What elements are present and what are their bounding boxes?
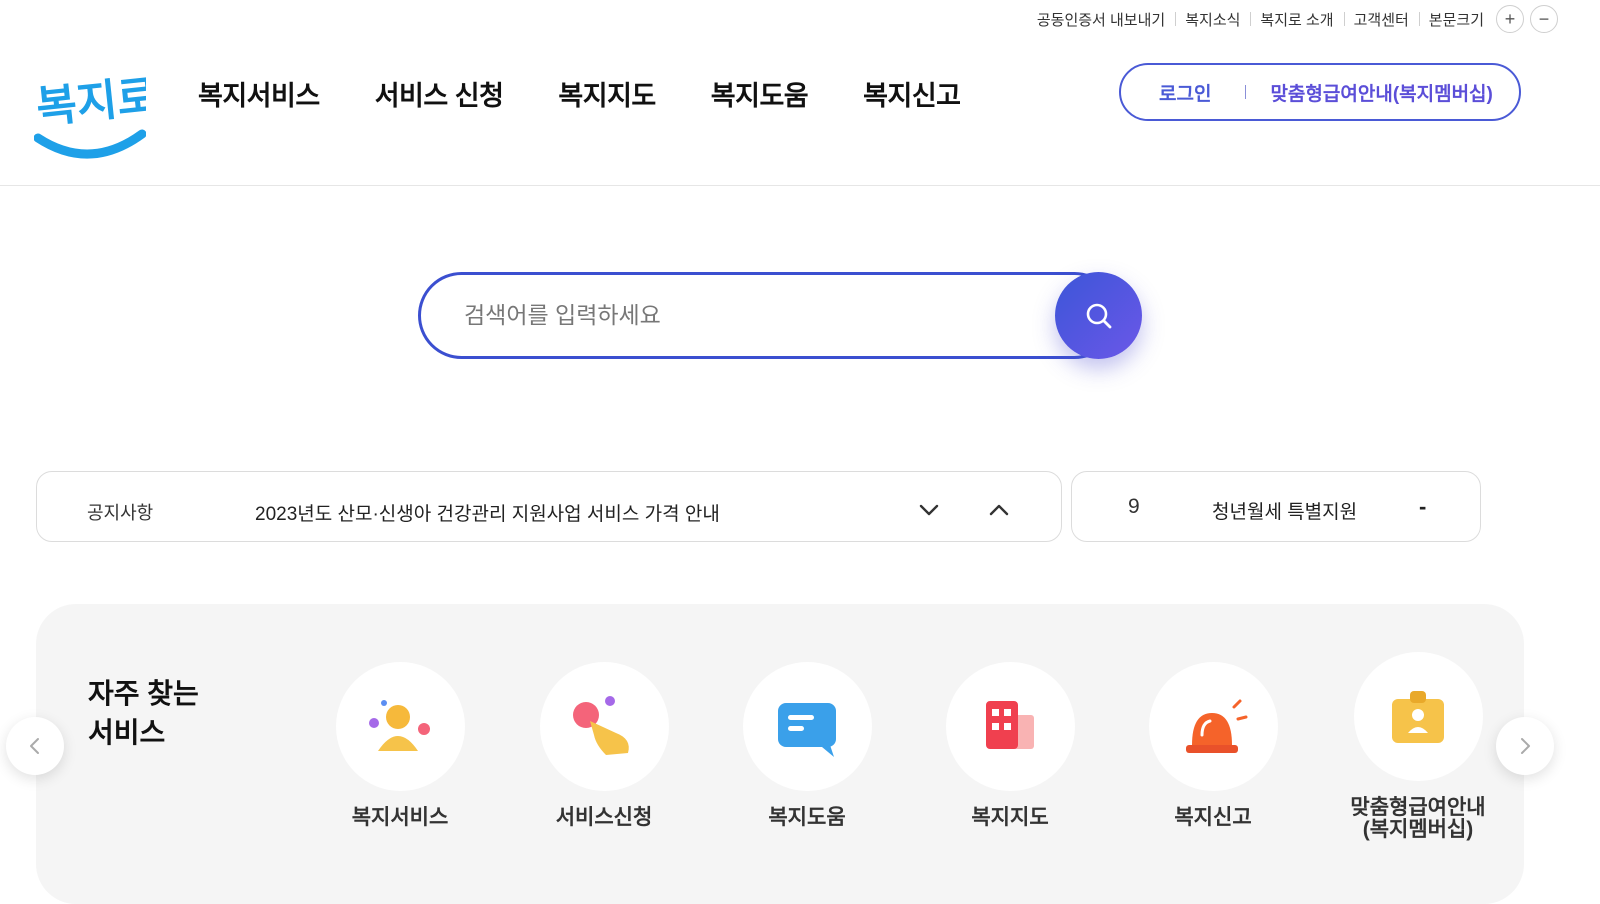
notice-label: 공지사항 bbox=[87, 503, 154, 523]
nav-welfare-service[interactable]: 복지서비스 bbox=[198, 74, 320, 113]
util-link-news[interactable]: 복지소식 bbox=[1175, 9, 1250, 30]
service-item[interactable]: 복지도움 bbox=[707, 662, 907, 829]
utility-bar: 공동인증서 내보내기 복지소식 복지로 소개 고객센터 본문크기 + − bbox=[1027, 5, 1558, 33]
nav-welfare-report[interactable]: 복지신고 bbox=[863, 74, 961, 113]
hand-click-icon bbox=[573, 695, 629, 755]
service-label-line2: (복지멤버십) bbox=[1362, 818, 1474, 841]
section-title-line1: 자주 찾는 bbox=[88, 678, 199, 709]
util-link-about[interactable]: 복지로 소개 bbox=[1250, 9, 1343, 30]
font-size-plus-button[interactable]: + bbox=[1496, 5, 1524, 33]
service-item[interactable]: 복지지도 bbox=[910, 662, 1110, 829]
section-title: 자주 찾는 서비스 bbox=[88, 674, 199, 752]
service-icon-circle bbox=[945, 662, 1075, 791]
service-item[interactable]: 맞춤형급여안내 (복지멤버십) bbox=[1318, 652, 1518, 841]
search-button[interactable] bbox=[1055, 272, 1142, 359]
frequent-services: 자주 찾는 서비스 복지서비스 서비스신청 복지도움 복지지도 복지신고 맞춤형… bbox=[36, 604, 1524, 904]
siren-icon bbox=[1186, 699, 1248, 753]
service-item[interactable]: 복지신고 bbox=[1113, 662, 1313, 829]
carousel-prev-button[interactable] bbox=[6, 717, 64, 775]
service-label: 맞춤형급여안내 (복지멤버십) bbox=[1318, 797, 1518, 841]
main-nav: 복지서비스 서비스 신청 복지지도 복지도움 복지신고 bbox=[198, 74, 1016, 113]
service-icon-circle bbox=[742, 662, 872, 791]
service-label: 복지지도 bbox=[971, 806, 1049, 829]
keyword-change: - bbox=[1419, 494, 1427, 519]
logo-text: 복지로 bbox=[34, 71, 146, 132]
service-label: 서비스신청 bbox=[555, 806, 653, 829]
service-icon-circle bbox=[539, 662, 669, 791]
section-title-line2: 서비스 bbox=[88, 717, 166, 748]
notice-text[interactable]: 2023년도 산모·신생아 건강관리 지원사업 서비스 가격 안내 bbox=[255, 499, 720, 526]
search-icon bbox=[1086, 303, 1111, 328]
service-icon-circle bbox=[1148, 662, 1278, 791]
notice-bar: 공지사항 2023년도 산모·신생아 건강관리 지원사업 서비스 가격 안내 bbox=[36, 471, 1062, 542]
logo[interactable]: 복지로 bbox=[33, 60, 160, 164]
util-link-cert[interactable]: 공동인증서 내보내기 bbox=[1027, 9, 1175, 30]
service-label: 복지서비스 bbox=[351, 806, 449, 829]
nav-welfare-help[interactable]: 복지도움 bbox=[711, 74, 809, 113]
font-size-minus-button[interactable]: − bbox=[1530, 5, 1558, 33]
service-icon-circle bbox=[335, 662, 465, 791]
chevron-down-icon[interactable] bbox=[917, 498, 941, 527]
nav-service-apply[interactable]: 서비스 신청 bbox=[375, 74, 504, 113]
service-item[interactable]: 서비스신청 bbox=[504, 662, 704, 829]
font-size-label: 본문크기 bbox=[1418, 9, 1490, 30]
auth-box: 로그인 맞춤형급여안내(복지멤버십) bbox=[1119, 63, 1521, 121]
nav-welfare-map[interactable]: 복지지도 bbox=[558, 74, 656, 113]
chevron-left-icon bbox=[30, 738, 39, 754]
divider bbox=[1245, 85, 1247, 99]
service-icon-circle bbox=[1353, 652, 1483, 781]
chevron-up-icon[interactable] bbox=[987, 498, 1011, 527]
keyword-rank: 9 bbox=[1128, 495, 1140, 518]
chevron-right-icon bbox=[1521, 738, 1530, 754]
id-badge-icon bbox=[1392, 690, 1444, 743]
chat-bubble-icon bbox=[778, 702, 836, 757]
service-label: 복지신고 bbox=[1174, 806, 1252, 829]
keyword-text[interactable]: 청년월세 특별지원 bbox=[1212, 497, 1357, 524]
search-input[interactable] bbox=[462, 294, 1026, 336]
people-icon bbox=[369, 699, 430, 751]
service-item[interactable]: 복지서비스 bbox=[300, 662, 500, 829]
logo-mark: 복지로 bbox=[33, 71, 160, 159]
carousel-next-button[interactable] bbox=[1496, 717, 1554, 775]
popular-keyword-box[interactable]: 9 청년월세 특별지원 - bbox=[1071, 471, 1481, 542]
header-divider bbox=[0, 185, 1600, 186]
search-bar bbox=[418, 272, 1142, 359]
membership-link[interactable]: 맞춤형급여안내(복지멤버십) bbox=[1270, 79, 1492, 106]
service-label-line1: 맞춤형급여안내 bbox=[1350, 796, 1486, 819]
login-link[interactable]: 로그인 bbox=[1159, 79, 1211, 106]
util-link-support[interactable]: 고객센터 bbox=[1343, 9, 1419, 30]
service-label: 복지도움 bbox=[768, 806, 846, 829]
building-icon bbox=[986, 700, 1034, 749]
